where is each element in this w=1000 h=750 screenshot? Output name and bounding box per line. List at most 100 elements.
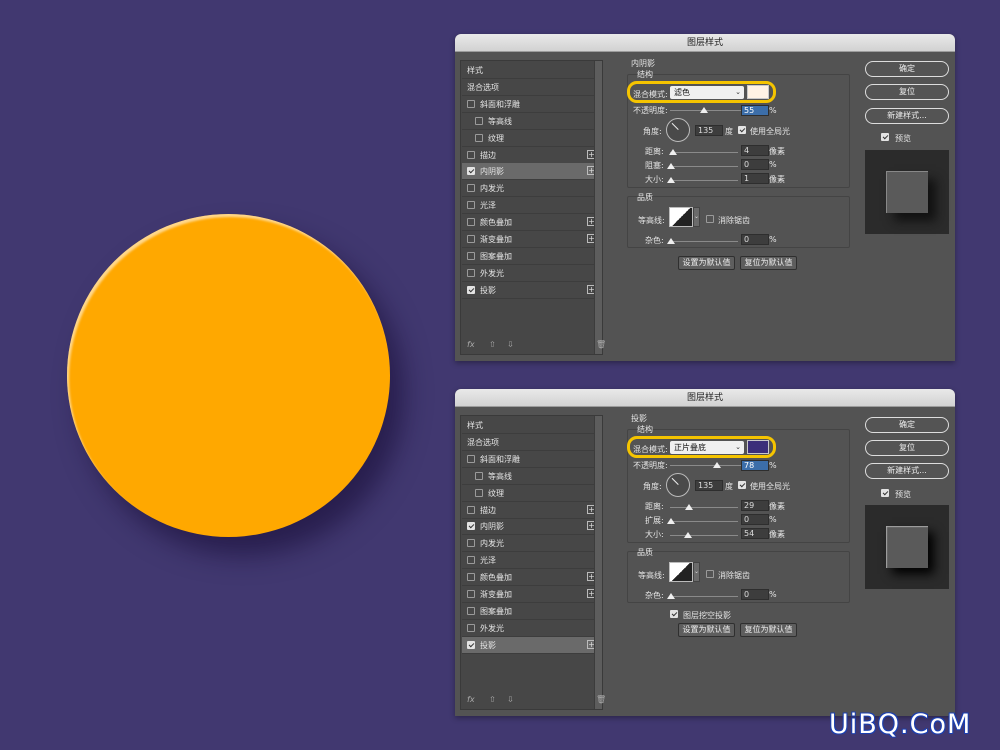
noise-slider-thumb[interactable] xyxy=(667,593,675,599)
distance-input[interactable]: 4 xyxy=(741,145,769,156)
style-checkbox[interactable] xyxy=(467,235,475,243)
style-list-item[interactable]: 混合选项 xyxy=(462,79,599,96)
opacity-input[interactable]: 78 xyxy=(741,460,769,471)
size-input[interactable]: 54 xyxy=(741,528,769,539)
style-checkbox[interactable] xyxy=(467,573,475,582)
style-list-item[interactable]: 纹理 xyxy=(462,130,599,147)
new-style-button[interactable]: 新建样式... xyxy=(865,108,949,124)
style-list-item[interactable]: 外发光 xyxy=(462,265,599,282)
style-checkbox[interactable] xyxy=(467,522,475,531)
new-style-button[interactable]: 新建样式... xyxy=(865,463,949,479)
style-list-item[interactable]: 描边 + xyxy=(462,147,599,164)
style-list-item[interactable]: 等高线 xyxy=(462,468,599,485)
style-list-item[interactable]: 斜面和浮雕 xyxy=(462,451,599,468)
style-list-item[interactable]: 内发光 xyxy=(462,535,599,553)
style-checkbox[interactable] xyxy=(475,133,483,142)
move-down-icon[interactable]: ⇩ xyxy=(507,695,514,704)
style-checkbox[interactable] xyxy=(467,539,475,548)
style-list-item[interactable]: 渐变叠加 + xyxy=(462,231,599,248)
trash-icon[interactable]: 🗑 xyxy=(596,695,606,704)
move-up-icon[interactable]: ⇧ xyxy=(489,695,496,704)
style-list-item[interactable]: 样式 xyxy=(462,417,599,434)
noise-slider[interactable] xyxy=(670,596,738,597)
style-list-item[interactable]: 图案叠加 xyxy=(462,603,599,620)
style-checkbox[interactable] xyxy=(467,99,475,108)
choke-slider-thumb[interactable] xyxy=(667,163,675,169)
noise-slider[interactable] xyxy=(670,241,738,242)
style-list-item[interactable]: 内阴影 + xyxy=(462,518,599,536)
size-slider-thumb[interactable] xyxy=(684,532,692,538)
antialias-checkbox[interactable] xyxy=(706,570,714,578)
style-checkbox[interactable] xyxy=(475,488,483,497)
style-list-item[interactable]: 图案叠加 xyxy=(462,248,599,265)
angle-input[interactable]: 135 xyxy=(695,125,723,136)
reset-button[interactable]: 复位 xyxy=(865,440,949,456)
reset-default-button[interactable]: 复位为默认值 xyxy=(740,256,797,270)
distance-slider-thumb[interactable] xyxy=(685,504,693,510)
distance-slider[interactable] xyxy=(670,507,738,508)
style-checkbox[interactable] xyxy=(467,251,475,260)
style-list-item[interactable]: 内发光 xyxy=(462,180,599,198)
set-default-button[interactable]: 设置为默认值 xyxy=(678,623,735,637)
style-list-item[interactable]: 等高线 xyxy=(462,113,599,130)
global-light-checkbox[interactable] xyxy=(738,481,746,489)
style-checkbox[interactable] xyxy=(467,556,475,565)
style-list-scrollbar[interactable] xyxy=(594,416,602,709)
style-checkbox[interactable] xyxy=(467,505,475,514)
style-checkbox[interactable] xyxy=(467,590,475,598)
style-list-item[interactable]: 光泽 xyxy=(462,552,599,570)
size-slider-thumb[interactable] xyxy=(667,177,675,183)
distance-slider-thumb[interactable] xyxy=(669,149,677,155)
style-checkbox[interactable] xyxy=(467,268,475,277)
distance-slider[interactable] xyxy=(670,152,738,153)
style-checkbox[interactable] xyxy=(467,454,475,463)
contour-picker[interactable] xyxy=(669,562,693,582)
choke-slider[interactable] xyxy=(670,166,738,167)
style-list-item[interactable]: 投影 + xyxy=(462,282,599,299)
style-list-item[interactable]: 颜色叠加 + xyxy=(462,569,599,587)
style-checkbox[interactable] xyxy=(467,285,475,294)
antialias-checkbox[interactable] xyxy=(706,215,714,223)
style-checkbox[interactable] xyxy=(467,201,475,210)
spread-slider[interactable] xyxy=(670,521,738,522)
move-down-icon[interactable]: ⇩ xyxy=(507,340,514,349)
style-list-item[interactable]: 渐变叠加 + xyxy=(462,586,599,603)
angle-input[interactable]: 135 xyxy=(695,480,723,491)
distance-input[interactable]: 29 xyxy=(741,500,769,511)
choke-input[interactable]: 0 xyxy=(741,159,769,170)
opacity-slider-thumb[interactable] xyxy=(713,462,721,468)
style-list-item[interactable]: 斜面和浮雕 xyxy=(462,96,599,113)
contour-dropdown[interactable]: ⌄ xyxy=(693,562,700,582)
style-list-item[interactable]: 颜色叠加 + xyxy=(462,214,599,232)
preview-checkbox[interactable] xyxy=(881,489,889,497)
set-default-button[interactable]: 设置为默认值 xyxy=(678,256,735,270)
style-list-item[interactable]: 外发光 xyxy=(462,620,599,637)
style-checkbox[interactable] xyxy=(467,218,475,227)
move-up-icon[interactable]: ⇧ xyxy=(489,340,496,349)
style-list-item[interactable]: 投影 + xyxy=(462,636,599,654)
opacity-slider-thumb[interactable] xyxy=(700,107,708,113)
style-checkbox[interactable] xyxy=(467,167,475,176)
angle-dial[interactable] xyxy=(666,118,690,142)
style-list-item[interactable]: 纹理 xyxy=(462,485,599,502)
opacity-slider[interactable] xyxy=(670,465,752,466)
contour-picker[interactable] xyxy=(669,207,693,227)
reset-default-button[interactable]: 复位为默认值 xyxy=(740,623,797,637)
style-checkbox[interactable] xyxy=(467,640,475,649)
size-slider[interactable] xyxy=(670,180,738,181)
opacity-input[interactable]: 55 xyxy=(741,105,769,116)
spread-slider-thumb[interactable] xyxy=(667,518,675,524)
noise-slider-thumb[interactable] xyxy=(667,238,675,244)
knockout-checkbox[interactable] xyxy=(670,610,678,618)
style-checkbox[interactable] xyxy=(467,184,475,193)
global-light-checkbox[interactable] xyxy=(738,126,746,134)
style-checkbox[interactable] xyxy=(467,150,475,159)
fx-icon[interactable]: fx xyxy=(467,340,475,349)
style-list-item[interactable]: 样式 xyxy=(462,62,599,79)
style-list-item[interactable]: 光泽 xyxy=(462,197,599,215)
ok-button[interactable]: 确定 xyxy=(865,417,949,433)
style-list-item[interactable]: 混合选项 xyxy=(462,434,599,451)
opacity-slider[interactable] xyxy=(670,110,752,111)
style-checkbox[interactable] xyxy=(467,606,475,615)
size-input[interactable]: 1 xyxy=(741,173,769,184)
